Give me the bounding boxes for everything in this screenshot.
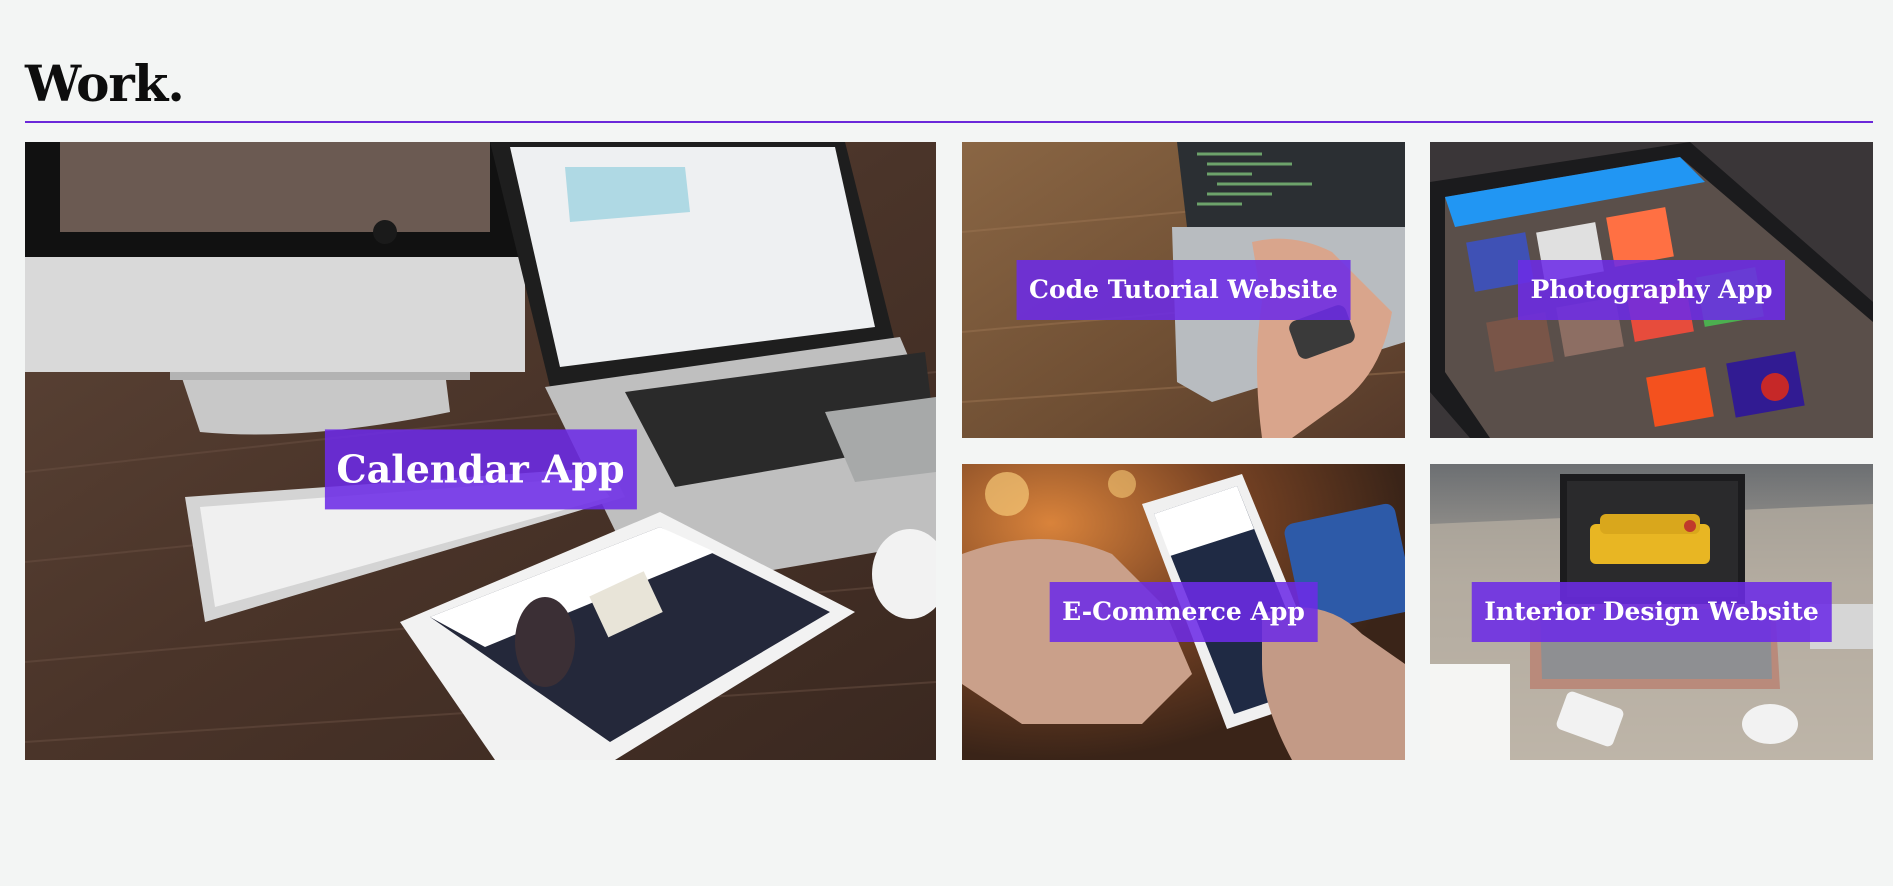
- section-title: Work.: [25, 54, 185, 113]
- project-card-photography[interactable]: Photography App: [1430, 142, 1873, 438]
- work-section: Work. Calendar App Code Tutorial Website…: [0, 0, 1893, 886]
- project-title-calendar: Calendar App: [324, 429, 637, 510]
- project-title-photography: Photography App: [1517, 260, 1786, 320]
- project-title-interior-design: Interior Design Website: [1471, 582, 1832, 642]
- project-card-code-tutorial[interactable]: Code Tutorial Website: [962, 142, 1405, 438]
- project-title-code-tutorial: Code Tutorial Website: [1016, 260, 1351, 320]
- project-grid: Calendar App Code Tutorial Website Photo…: [25, 142, 1873, 760]
- project-title-ecommerce: E-Commerce App: [1049, 582, 1318, 642]
- title-divider: [25, 121, 1873, 123]
- project-card-interior-design[interactable]: Interior Design Website: [1430, 464, 1873, 760]
- project-card-ecommerce[interactable]: E-Commerce App: [962, 464, 1405, 760]
- project-card-calendar[interactable]: Calendar App: [25, 142, 936, 760]
